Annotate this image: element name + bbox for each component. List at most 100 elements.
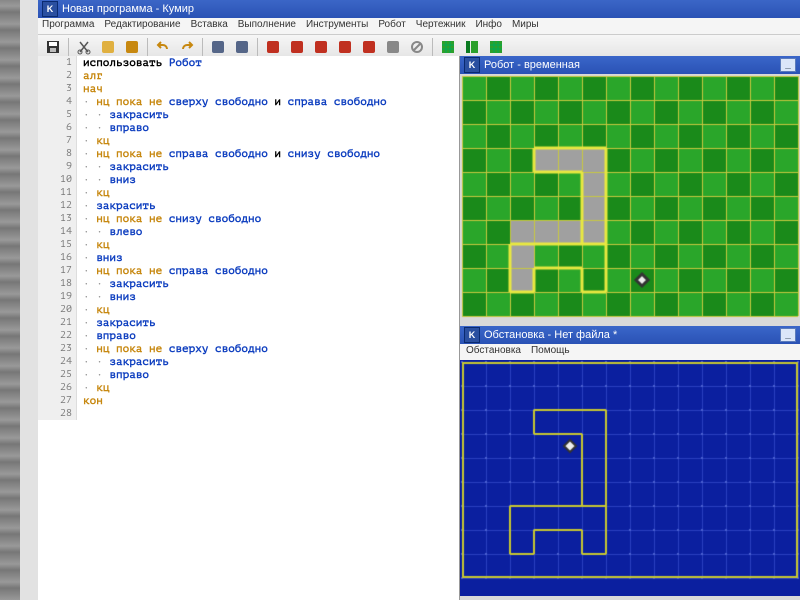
line-number: 28 [38,407,77,420]
line-number: 27 [38,394,77,407]
line-number: 1 [38,56,77,69]
line-number: 6 [38,121,77,134]
undo-button[interactable] [152,36,174,58]
window-title: Новая программа - Кумир [62,3,194,15]
line-number: 17 [38,264,77,277]
code-line[interactable]: 20· кц [38,303,459,316]
window-titlebar: K Новая программа - Кумир [38,0,800,18]
doc1-button[interactable] [207,36,229,58]
code-line[interactable]: 10· · вниз [38,173,459,186]
menu-Инструменты[interactable]: Инструменты [306,19,368,33]
line-number: 15 [38,238,77,251]
code-line[interactable]: 17· нц пока не справа свободно [38,264,459,277]
line-number: 21 [38,316,77,329]
robot-panel: K Робот - временная _ [460,56,800,324]
line-number: 7 [38,134,77,147]
pause-button[interactable] [382,36,404,58]
code-line[interactable]: 21· закрасить [38,316,459,329]
step-over-button[interactable] [310,36,332,58]
line-number: 19 [38,290,77,303]
setup-menu-Обстановка[interactable]: Обстановка [466,345,521,359]
code-line[interactable]: 4· нц пока не сверху свободно и справа с… [38,95,459,108]
robot-panel-icon: K [464,57,480,73]
line-number: 24 [38,355,77,368]
cut-button[interactable] [73,36,95,58]
code-line[interactable]: 1использовать Робот [38,56,459,69]
grid-green2-button[interactable] [485,36,507,58]
setup-menu-Помощь[interactable]: Помощь [531,345,570,359]
line-number: 16 [38,251,77,264]
redo-button[interactable] [176,36,198,58]
setup-menubar[interactable]: Обстановка Помощь [460,344,800,360]
line-number: 11 [38,186,77,199]
line-number: 18 [38,277,77,290]
setup-panel-title: Обстановка - Нет файла * [484,329,617,341]
menu-Чертежник[interactable]: Чертежник [416,19,466,33]
code-line[interactable]: 16· вниз [38,251,459,264]
doc2-button[interactable] [231,36,253,58]
robot-panel-title: Робот - временная [484,59,580,71]
line-number: 25 [38,368,77,381]
setup-field[interactable] [460,360,800,596]
grid-green-button[interactable] [437,36,459,58]
code-line[interactable]: 23· нц пока не сверху свободно [38,342,459,355]
code-line[interactable]: 12· закрасить [38,199,459,212]
setup-panel-icon: K [464,327,480,343]
code-line[interactable]: 13· нц пока не снизу свободно [38,212,459,225]
code-line[interactable]: 19· · вниз [38,290,459,303]
code-line[interactable]: 3нач [38,82,459,95]
step-button[interactable] [358,36,380,58]
menu-Программа[interactable]: Программа [42,19,94,33]
code-line[interactable]: 14· · влево [38,225,459,238]
menubar[interactable]: Программа Редактирование Вставка Выполнение… [38,18,800,34]
stop-button[interactable] [406,36,428,58]
code-line[interactable]: 28 [38,407,459,420]
code-line[interactable]: 15· кц [38,238,459,251]
menu-Робот[interactable]: Робот [378,19,405,33]
robot-field[interactable] [460,74,800,322]
line-number: 13 [38,212,77,225]
paste-button[interactable] [121,36,143,58]
code-line[interactable]: 24· · закрасить [38,355,459,368]
menu-Выполнение[interactable]: Выполнение [238,19,296,33]
line-number: 4 [38,95,77,108]
copy-button[interactable] [97,36,119,58]
line-number: 5 [38,108,77,121]
code-line[interactable]: 2алг [38,69,459,82]
code-line[interactable]: 26· кц [38,381,459,394]
app-icon: K [42,1,58,17]
line-number: 26 [38,381,77,394]
code-line[interactable]: 22· вправо [38,329,459,342]
menu-Вставка[interactable]: Вставка [191,19,228,33]
line-number: 23 [38,342,77,355]
line-number: 10 [38,173,77,186]
code-line[interactable]: 11· кц [38,186,459,199]
robot-panel-titlebar[interactable]: K Робот - временная _ [460,56,800,74]
menu-Миры[interactable]: Миры [512,19,539,33]
save-button[interactable] [42,36,64,58]
line-number: 12 [38,199,77,212]
setup-panel-titlebar[interactable]: K Обстановка - Нет файла * _ [460,326,800,344]
col-green-button[interactable] [461,36,483,58]
code-line[interactable]: 27кон [38,394,459,407]
code-line[interactable]: 9· · закрасить [38,160,459,173]
line-number: 2 [38,69,77,82]
step-in-button[interactable] [286,36,308,58]
step-out-button[interactable] [334,36,356,58]
code-line[interactable]: 5· · закрасить [38,108,459,121]
code-line[interactable]: 8· нц пока не справа свободно и снизу св… [38,147,459,160]
line-number: 8 [38,147,77,160]
line-number: 20 [38,303,77,316]
minimize-button[interactable]: _ [780,328,796,342]
code-line[interactable]: 25· · вправо [38,368,459,381]
run-red-button[interactable] [262,36,284,58]
minimize-button[interactable]: _ [780,58,796,72]
line-number: 22 [38,329,77,342]
code-line[interactable]: 18· · закрасить [38,277,459,290]
line-number: 9 [38,160,77,173]
code-editor[interactable]: 1использовать Робот2алг3нач4· нц пока не… [38,56,460,600]
menu-Инфо[interactable]: Инфо [475,19,502,33]
code-line[interactable]: 6· · вправо [38,121,459,134]
menu-Редактирование[interactable]: Редактирование [104,19,180,33]
code-line[interactable]: 7· кц [38,134,459,147]
